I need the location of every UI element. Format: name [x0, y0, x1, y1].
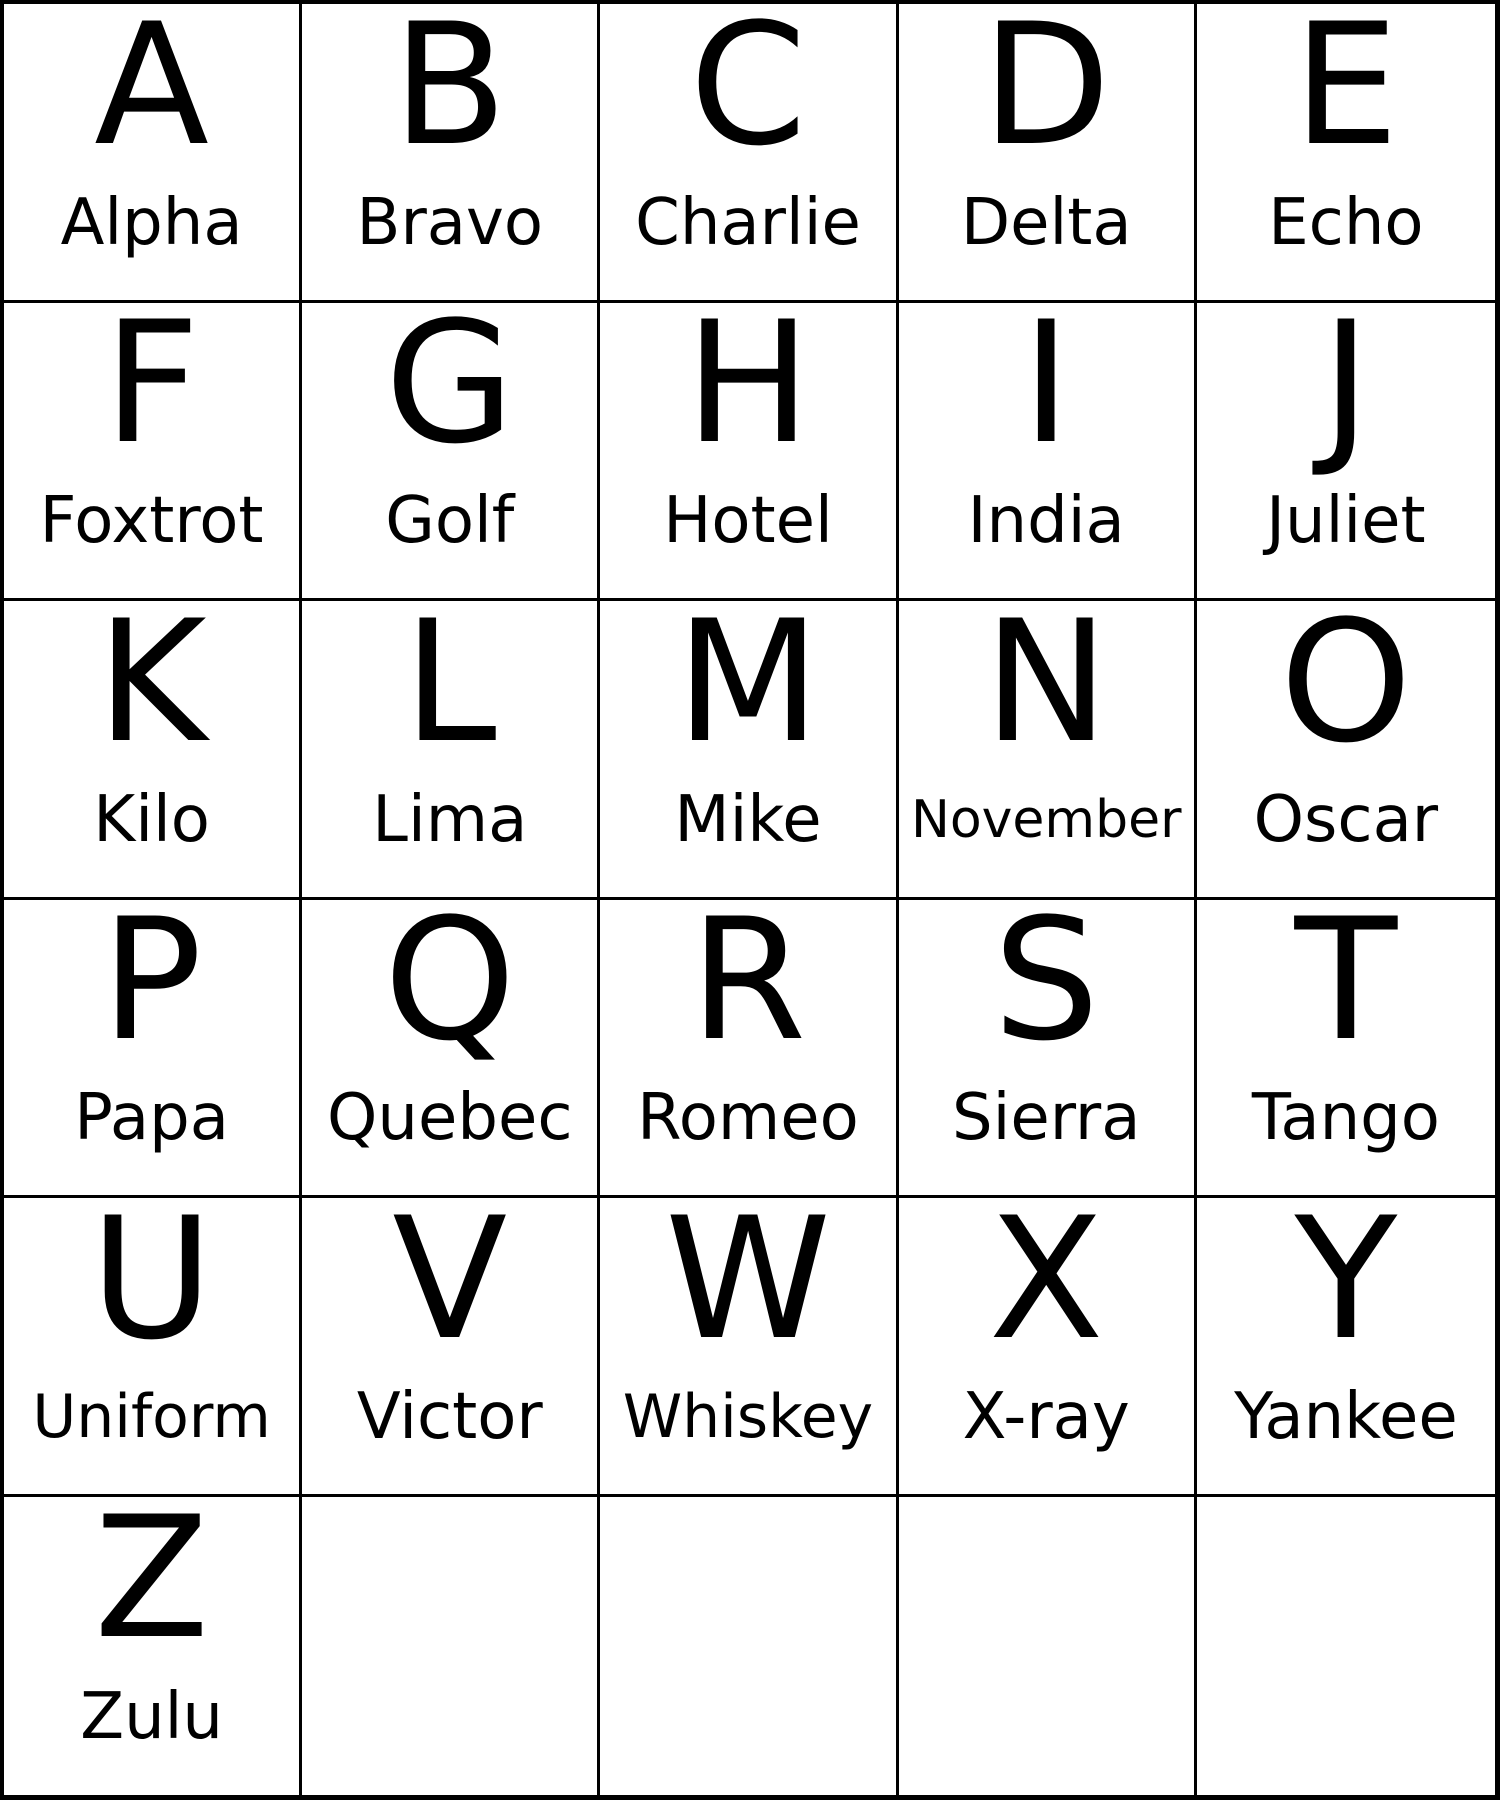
cell-letter: M: [675, 601, 821, 780]
cell-letter: D: [981, 4, 1111, 183]
grid-cell-t: T Tango: [1196, 899, 1495, 1198]
grid-cell-w: W Whiskey: [600, 1198, 899, 1497]
grid-cell-l: L Lima: [302, 601, 601, 900]
cell-letter: E: [1292, 4, 1399, 183]
grid-cell-r: R Romeo: [600, 899, 899, 1198]
cell-letter: X: [988, 1198, 1104, 1377]
cell-label: Hotel: [663, 484, 833, 559]
grid-cell-n: N November: [898, 601, 1197, 900]
cell-letter: A: [94, 4, 210, 183]
grid-cell-d: D Delta: [898, 4, 1197, 303]
cell-label: Mike: [674, 782, 822, 857]
cell-label: Lima: [372, 782, 528, 857]
cell-letter: B: [392, 4, 508, 183]
cell-label: Yankee: [1234, 1379, 1458, 1454]
cell-label: Tango: [1251, 1081, 1440, 1156]
cell-letter: R: [689, 899, 807, 1079]
cell-label: Echo: [1268, 185, 1424, 260]
grid-cell-i: I India: [898, 302, 1197, 601]
cell-letter: Z: [94, 1496, 210, 1677]
grid-cell-b: B Bravo: [302, 4, 601, 303]
cell-letter: N: [983, 601, 1110, 780]
cell-label: Romeo: [637, 1081, 859, 1156]
grid-cell-p: P Papa: [4, 899, 303, 1198]
cell-letter: W: [664, 1198, 832, 1377]
cell-letter: F: [103, 302, 200, 482]
cell-label: November: [910, 789, 1182, 850]
cell-letter: V: [392, 1198, 508, 1377]
cell-letter: J: [1321, 302, 1371, 482]
cell-letter: Y: [1294, 1198, 1398, 1377]
grid-cell-v: V Victor: [302, 1198, 601, 1497]
cell-letter: P: [100, 899, 203, 1079]
cell-label: Kilo: [93, 782, 210, 857]
cell-letter: C: [689, 4, 807, 183]
grid-cell-empty: [898, 1496, 1197, 1795]
grid-cell-z: Z Zulu: [4, 1496, 303, 1795]
phonetic-alphabet-grid: A Alpha B Bravo C Charlie D Delta E Echo F Foxtrot G…: [0, 0, 1500, 1800]
cell-label: Victor: [356, 1379, 543, 1454]
cell-letter: H: [684, 302, 812, 482]
cell-letter: S: [992, 899, 1100, 1079]
grid-cell-g: G Golf: [302, 302, 601, 601]
grid-cell-f: F Foxtrot: [4, 302, 303, 601]
grid-cell-c: C Charlie: [600, 4, 899, 303]
grid-cell-x: X X-ray: [898, 1198, 1197, 1497]
cell-label: Papa: [74, 1081, 229, 1156]
cell-letter: T: [1294, 899, 1398, 1079]
cell-label: Quebec: [327, 1081, 573, 1156]
grid-cell-empty: [302, 1496, 601, 1795]
cell-label: Bravo: [356, 185, 544, 260]
cell-label: Whiskey: [622, 1381, 874, 1452]
cell-label: Zulu: [80, 1680, 223, 1755]
grid-cell-h: H Hotel: [600, 302, 899, 601]
cell-letter: Q: [383, 899, 516, 1079]
grid-cell-y: Y Yankee: [1196, 1198, 1495, 1497]
cell-label: Uniform: [32, 1381, 271, 1452]
cell-letter: O: [1279, 601, 1413, 780]
grid-cell-empty: [1196, 1496, 1495, 1795]
cell-letter: K: [96, 601, 207, 780]
grid-cell-k: K Kilo: [4, 601, 303, 900]
grid-cell-q: Q Quebec: [302, 899, 601, 1198]
cell-letter: U: [90, 1198, 214, 1377]
cell-label: Golf: [385, 484, 515, 559]
cell-label: Alpha: [60, 185, 243, 260]
cell-letter: G: [384, 302, 515, 482]
cell-label: Charlie: [635, 185, 861, 260]
grid-cell-o: O Oscar: [1196, 601, 1495, 900]
grid-cell-empty: [600, 1496, 899, 1795]
grid-cell-m: M Mike: [600, 601, 899, 900]
cell-label: Juliet: [1266, 484, 1426, 559]
grid-cell-a: A Alpha: [4, 4, 303, 303]
grid-cell-u: U Uniform: [4, 1198, 303, 1497]
cell-letter: L: [402, 601, 497, 780]
cell-label: Foxtrot: [39, 484, 264, 559]
cell-letter: I: [1021, 302, 1071, 482]
cell-label: Delta: [960, 185, 1132, 260]
cell-label: X-ray: [962, 1379, 1130, 1454]
cell-label: Oscar: [1253, 782, 1439, 857]
cell-label: India: [967, 484, 1125, 559]
grid-cell-j: J Juliet: [1196, 302, 1495, 601]
grid-cell-e: E Echo: [1196, 4, 1495, 303]
cell-label: Sierra: [951, 1081, 1141, 1156]
grid-cell-s: S Sierra: [898, 899, 1197, 1198]
